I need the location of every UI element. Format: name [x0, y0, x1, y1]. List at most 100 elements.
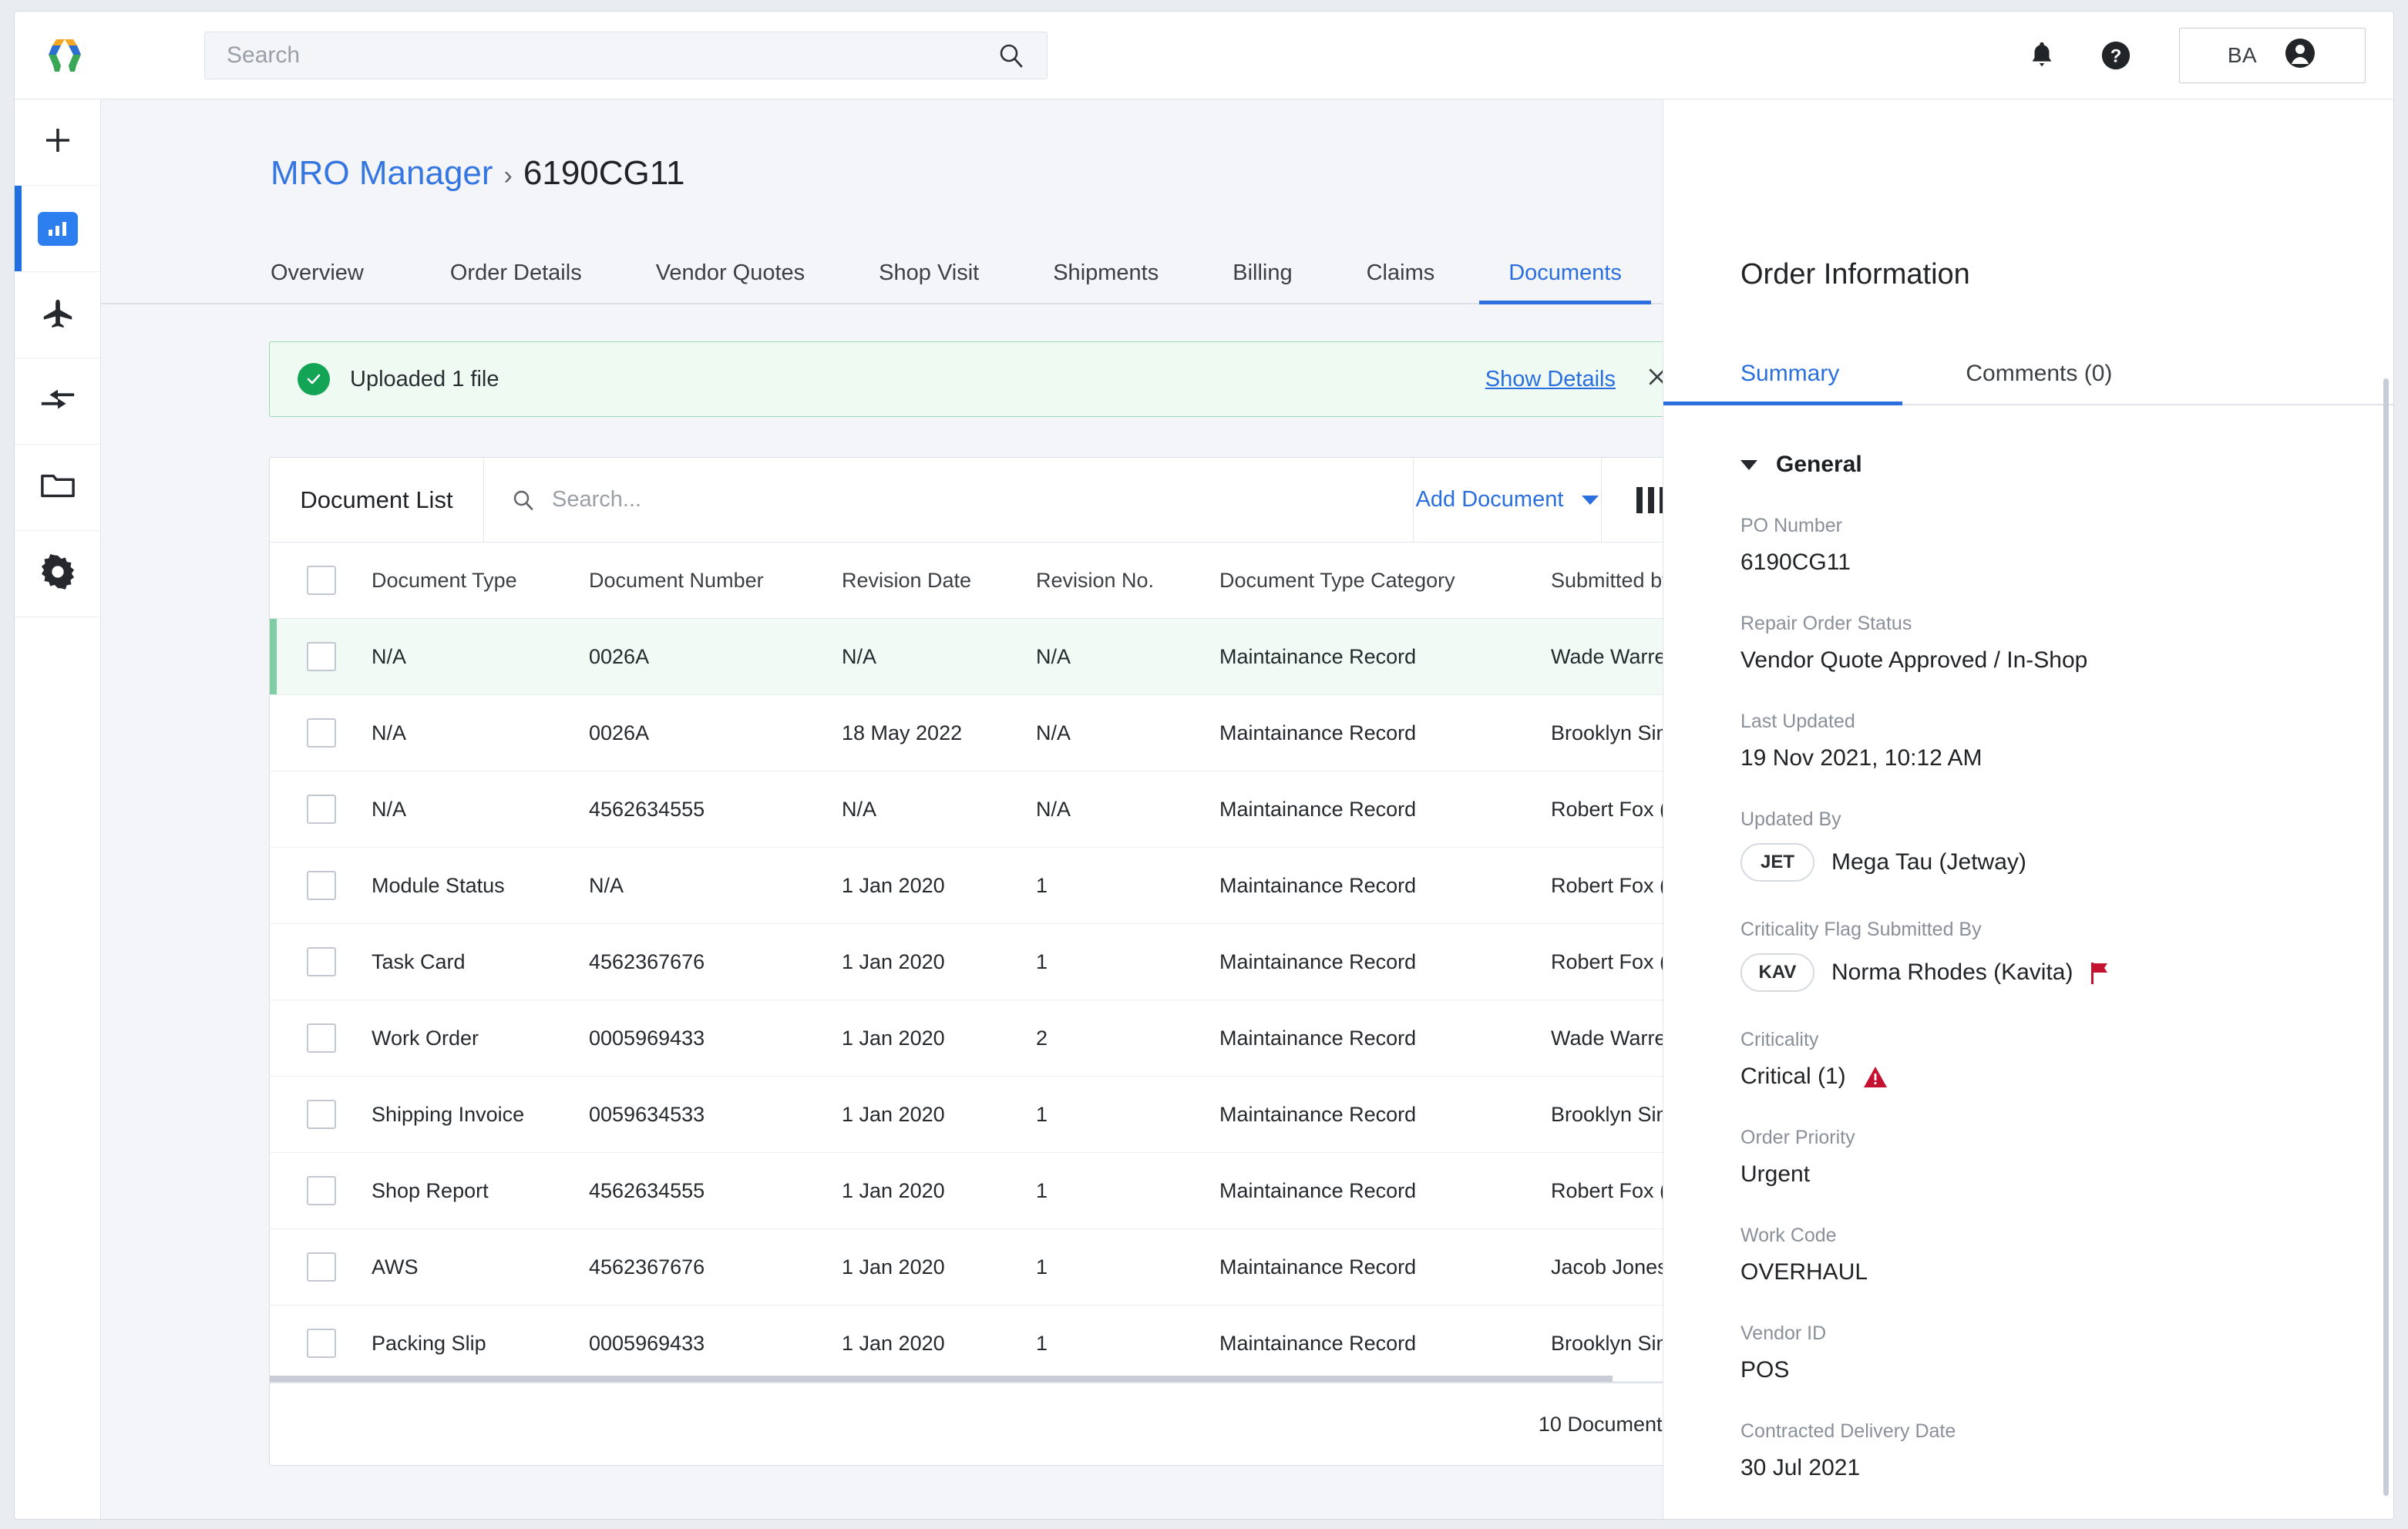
document-table-scroll: Document Type Document Number Revision D…: [270, 543, 1663, 1382]
bell-icon[interactable]: [2014, 28, 2070, 83]
horizontal-scrollbar[interactable]: [270, 1376, 1613, 1382]
cell-revision-no: N/A: [1036, 771, 1219, 848]
row-checkbox[interactable]: [307, 1329, 336, 1358]
header-document-type-category[interactable]: Document Type Category: [1219, 543, 1551, 619]
cell-document-type-category: Maintainance Record: [1219, 1228, 1551, 1306]
plus-icon: [41, 123, 75, 161]
left-nav-rail: [15, 99, 101, 1519]
general-section-header[interactable]: General: [1663, 405, 2393, 478]
header-revision-no[interactable]: Revision No.: [1036, 543, 1219, 619]
close-icon[interactable]: [1646, 366, 1663, 392]
document-list-card: Document List Add Document: [269, 457, 1663, 1466]
row-checkbox[interactable]: [307, 642, 336, 671]
table-row[interactable]: Packing Slip 0005969433 1 Jan 2020 1 Maintai…: [270, 1305, 1663, 1382]
page-title: 6190CG11: [523, 154, 685, 192]
sidebar-item-settings[interactable]: [15, 531, 100, 617]
row-checkbox[interactable]: [307, 871, 336, 900]
cell-document-number: N/A: [589, 847, 842, 924]
cell-document-type-category: Maintainance Record: [1219, 847, 1551, 924]
info-field-value: 19 Nov 2021, 10:12 AM: [1740, 745, 2393, 771]
cell-submitted-by: Brooklyn Simmo: [1551, 694, 1663, 771]
sidebar-item-files[interactable]: [15, 445, 100, 531]
order-information-panel: Order Information Summary Comments (0) G…: [1663, 99, 2393, 1519]
cell-revision-no: 1: [1036, 847, 1219, 924]
tab-documents[interactable]: Documents: [1479, 260, 1651, 304]
row-checkbox[interactable]: [307, 1176, 336, 1205]
table-row[interactable]: N/A 0026A 18 May 2022 N/A Maintainance Recor…: [270, 694, 1663, 771]
page-tabs: Overview Order Details Vendor Quotes Sho…: [101, 241, 1663, 304]
cell-revision-no: 1: [1036, 1076, 1219, 1153]
arrows-exchange-icon: [39, 384, 77, 418]
row-checkbox[interactable]: [307, 947, 336, 976]
row-checkbox[interactable]: [307, 795, 336, 824]
header-submitted-by[interactable]: Submitted by: [1551, 543, 1663, 619]
cell-document-type: Task Card: [372, 923, 589, 1000]
cell-document-number: 4562367676: [589, 1228, 842, 1306]
document-list-toolbar: Document List Add Document: [270, 458, 1663, 543]
sidebar-item-add[interactable]: [15, 99, 100, 186]
column-settings-button[interactable]: [1602, 458, 1663, 542]
cell-revision-no: 1: [1036, 923, 1219, 1000]
cell-submitted-by: Jacob Jones (Kavi: [1551, 1228, 1663, 1306]
cell-document-number: 4562634555: [589, 1152, 842, 1229]
add-document-button[interactable]: Add Document: [1414, 458, 1602, 542]
info-field-text: 19 Nov 2021, 10:12 AM: [1740, 745, 1983, 771]
hexagon-logo-icon[interactable]: [41, 32, 89, 79]
order-information-fields: PO Number 6190CG11 Repair Order Status Vend…: [1663, 515, 2393, 1481]
select-all-checkbox[interactable]: [307, 566, 336, 595]
breadcrumb-root-link[interactable]: MRO Manager: [271, 156, 493, 190]
search-input[interactable]: [227, 42, 997, 69]
question-circle-icon[interactable]: ?: [2088, 28, 2144, 83]
panel-scrollbar[interactable]: [2383, 378, 2389, 1496]
row-select-cell: [270, 1076, 372, 1153]
tab-shipments[interactable]: Shipments: [1053, 260, 1159, 303]
sidebar-item-dashboard[interactable]: [15, 186, 100, 272]
cell-revision-no: N/A: [1036, 694, 1219, 771]
header-document-number[interactable]: Document Number: [589, 543, 842, 619]
table-row[interactable]: Shop Report 4562634555 1 Jan 2020 1 Maintain…: [270, 1152, 1663, 1229]
cell-revision-date: 1 Jan 2020: [842, 1076, 1036, 1153]
row-select-cell: [270, 1152, 372, 1229]
user-menu[interactable]: BA: [2179, 27, 2366, 83]
sidebar-item-transfers[interactable]: [15, 358, 100, 445]
show-details-link[interactable]: Show Details: [1485, 367, 1616, 392]
header-revision-date[interactable]: Revision Date: [842, 543, 1036, 619]
document-search[interactable]: [484, 458, 1414, 542]
table-body: N/A 0026A N/A N/A Maintainance Record Wade Wa…: [270, 618, 1663, 1382]
tab-billing[interactable]: Billing: [1233, 260, 1292, 303]
app-window: ? BA: [14, 11, 2394, 1520]
cell-document-number: 4562367676: [589, 923, 842, 1000]
cell-document-type: N/A: [372, 771, 589, 848]
table-row[interactable]: AWS 4562367676 1 Jan 2020 1 Maintainance Rec…: [270, 1228, 1663, 1306]
tab-order-details[interactable]: Order Details: [450, 260, 582, 303]
cell-revision-date: 18 May 2022: [842, 694, 1036, 771]
header-document-type[interactable]: Document Type: [372, 543, 589, 619]
tab-claims[interactable]: Claims: [1367, 260, 1435, 303]
chevron-down-icon: [1740, 459, 1757, 470]
row-checkbox[interactable]: [307, 1100, 336, 1129]
row-checkbox[interactable]: [307, 718, 336, 748]
tab-overview[interactable]: Overview: [271, 260, 364, 303]
tab-shop-visit[interactable]: Shop Visit: [879, 260, 979, 303]
cell-submitted-by: Robert Fox (Kavi: [1551, 1152, 1663, 1229]
table-row[interactable]: Task Card 4562367676 1 Jan 2020 1 Maintainan…: [270, 923, 1663, 1000]
table-row[interactable]: Module Status N/A 1 Jan 2020 1 Maintainance …: [270, 847, 1663, 924]
sidebar-item-fleet[interactable]: [15, 272, 100, 358]
tab-vendor-quotes[interactable]: Vendor Quotes: [656, 260, 805, 303]
row-select-cell: [270, 1000, 372, 1077]
table-row[interactable]: N/A 0026A N/A N/A Maintainance Record Wade Wa…: [270, 618, 1663, 695]
cell-revision-date: 1 Jan 2020: [842, 1152, 1036, 1229]
tab-summary[interactable]: Summary: [1663, 361, 1903, 405]
row-checkbox[interactable]: [307, 1252, 336, 1282]
table-row[interactable]: N/A 4562634555 N/A N/A Maintainance Record Ro…: [270, 771, 1663, 848]
table-row[interactable]: Work Order 0005969433 1 Jan 2020 2 Maintaina…: [270, 1000, 1663, 1077]
row-checkbox[interactable]: [307, 1023, 336, 1053]
info-field-value: KAV Norma Rhodes (Kavita): [1740, 953, 2393, 992]
global-search[interactable]: [204, 31, 1048, 79]
cell-revision-date: N/A: [842, 618, 1036, 695]
tab-comments[interactable]: Comments (0): [1966, 361, 2112, 404]
cell-submitted-by: Robert Fox (Kavi: [1551, 923, 1663, 1000]
info-field: Order Priority Urgent: [1663, 1127, 2393, 1188]
document-search-input[interactable]: [552, 487, 1413, 512]
table-row[interactable]: Shipping Invoice 0059634533 1 Jan 2020 1 Mai…: [270, 1076, 1663, 1153]
